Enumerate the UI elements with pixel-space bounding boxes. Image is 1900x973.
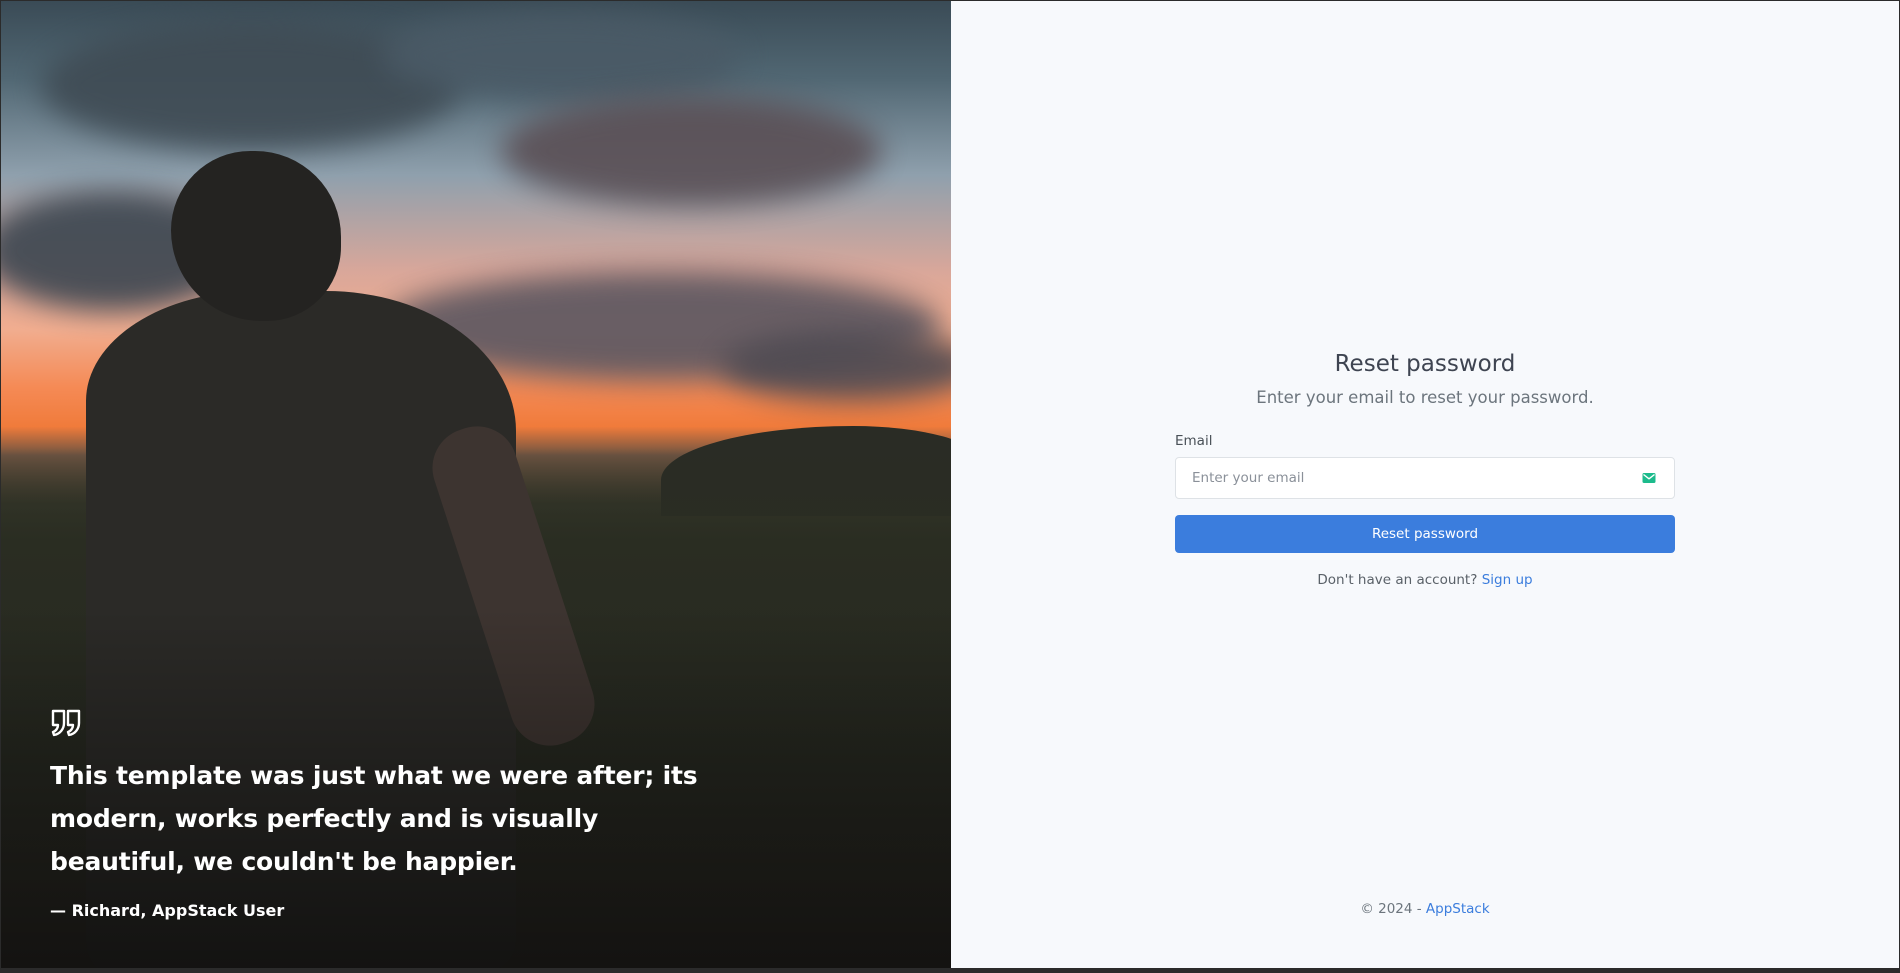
envelope-icon bbox=[1642, 473, 1656, 483]
app-frame: This template was just what we were afte… bbox=[1, 1, 1899, 968]
brand-link[interactable]: AppStack bbox=[1426, 901, 1490, 917]
testimonial: This template was just what we were afte… bbox=[50, 708, 710, 920]
quote-icon bbox=[51, 709, 81, 737]
testimonial-author: — Richard, AppStack User bbox=[50, 901, 285, 920]
signup-link[interactable]: Sign up bbox=[1482, 572, 1533, 588]
testimonial-quote: This template was just what we were afte… bbox=[50, 761, 698, 876]
email-input-group bbox=[1175, 457, 1675, 499]
email-label: Email bbox=[1175, 433, 1213, 449]
copyright-text: © 2024 - bbox=[1360, 901, 1422, 917]
signup-prompt: Don't have an account? bbox=[1317, 572, 1478, 588]
signup-row: Don't have an account? Sign up bbox=[1175, 572, 1675, 588]
footer: © 2024 - AppStack bbox=[951, 901, 1899, 917]
page-title: Reset password bbox=[1334, 351, 1516, 377]
email-field[interactable] bbox=[1175, 457, 1675, 499]
hero-image: This template was just what we were afte… bbox=[1, 1, 951, 968]
reset-password-button[interactable]: Reset password bbox=[1175, 515, 1675, 553]
reset-panel: Reset password Enter your email to reset… bbox=[951, 1, 1899, 968]
reset-form: Reset password Enter your email to reset… bbox=[1175, 351, 1675, 588]
page-subtitle: Enter your email to reset your password. bbox=[1256, 388, 1594, 407]
